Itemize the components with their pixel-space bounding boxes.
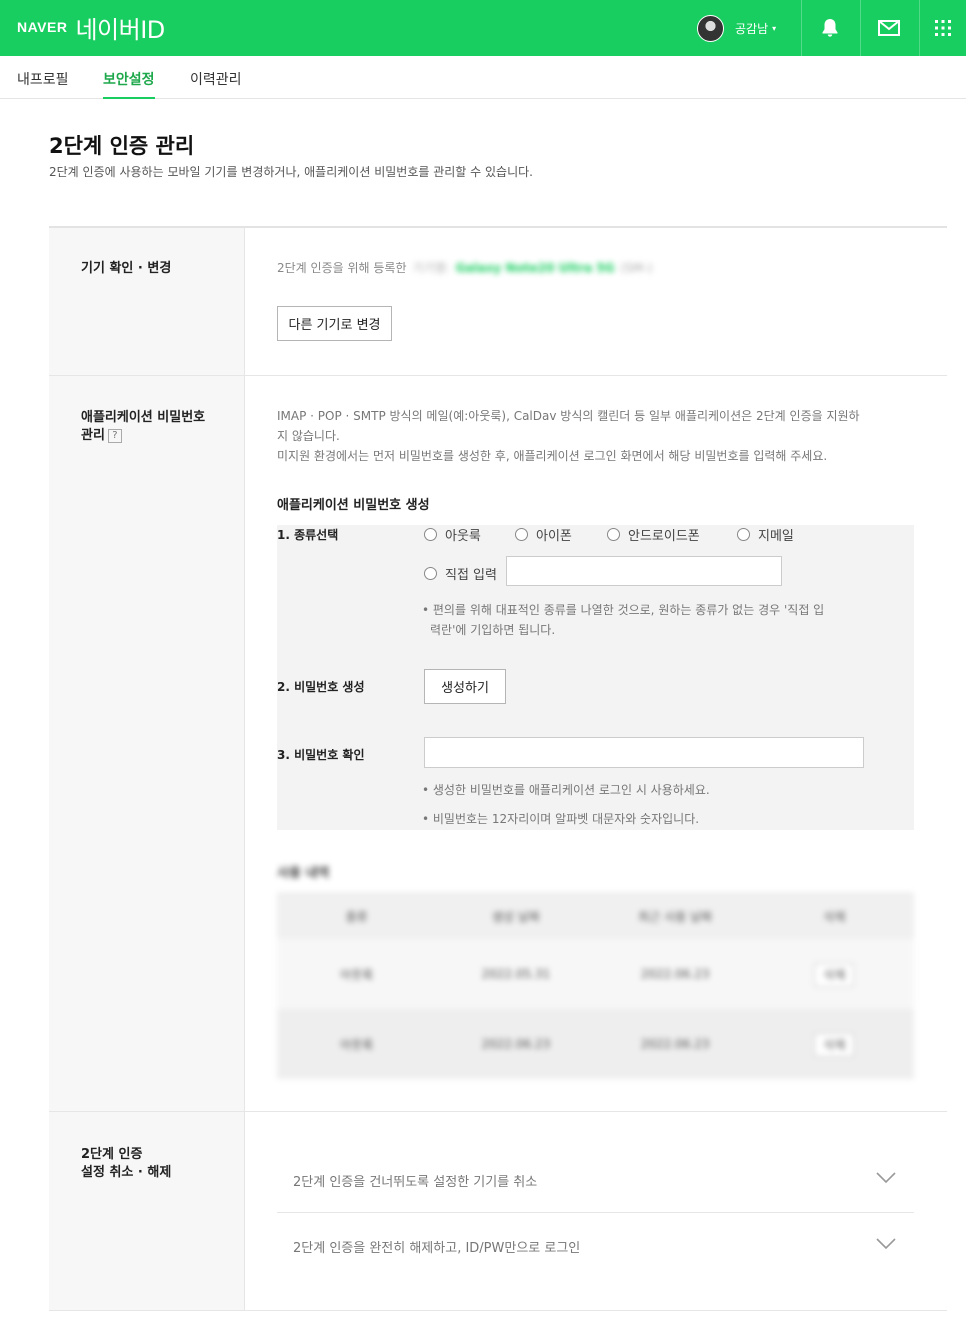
step3-label: 3. 비밀번호 확인 <box>277 748 365 762</box>
accordion-disable-2fa[interactable]: 2단계 인증을 완전히 해제하고, ID/PW만으로 로그인 <box>277 1213 914 1279</box>
user-menu[interactable]: 공감남 ▾ <box>697 13 776 43</box>
table-row: 아웃룩 2022.05.31 2022.06.23 삭제 <box>277 939 914 1009</box>
help-icon[interactable]: ? <box>107 428 122 443</box>
generate-section-title: 애플리케이션 비밀번호 생성 <box>277 498 430 513</box>
radio-custom[interactable]: 직접 입력 <box>424 564 497 583</box>
password-note-2: • 비밀번호는 12자리이며 알파벳 대문자와 숫자입니다. <box>422 812 700 826</box>
generate-form: 1. 종류선택 아웃룩 아이폰 안드로이드폰 지메일 직접 입력 • 편의를 위… <box>277 525 914 830</box>
label-line: 애플리케이션 비밀번호 <box>81 410 206 425</box>
page-description: 2단계 인증에 사용하는 모바일 기기를 변경하거나, 애플리케이션 비밀번호를… <box>49 165 533 179</box>
section-label-disable: 2단계 인증 설정 취소 · 해제 <box>81 1147 172 1180</box>
section-label-app-password: 애플리케이션 비밀번호 관리? <box>81 409 205 445</box>
change-device-button[interactable]: 다른 기기로 변경 <box>277 306 392 341</box>
radio-android[interactable]: 안드로이드폰 <box>607 525 700 544</box>
radio-outlook[interactable]: 아웃룩 <box>424 525 481 544</box>
chevron-down-icon <box>876 1169 896 1188</box>
section-label-device: 기기 확인 · 변경 <box>81 261 172 276</box>
usage-title: 사용 내역 <box>277 866 330 881</box>
chevron-down-icon: ▾ <box>772 23 777 33</box>
step2-label: 2. 비밀번호 생성 <box>277 680 365 694</box>
bell-icon[interactable] <box>801 0 859 56</box>
accordion-cancel-skip-devices[interactable]: 2단계 인증을 건너뛰도록 설정한 기기를 취소 <box>277 1147 914 1213</box>
top-header: NAVER 네이버ID 공감남 ▾ <box>0 0 966 56</box>
accordion-title: 2단계 인증을 완전히 해제하고, ID/PW만으로 로그인 <box>293 1241 581 1256</box>
generate-button[interactable]: 생성하기 <box>424 669 506 704</box>
table-header: 종류 생성 날짜 최근 사용 날짜 삭제 <box>277 893 914 939</box>
naver-id-logo[interactable]: NAVER 네이버ID <box>17 12 165 44</box>
type-note: • 편의를 위해 대표적인 종류를 나열한 것으로, 원하는 종류가 없는 경우… <box>422 603 825 637</box>
table-row: 아웃룩 2022.06.23 2022.06.23 삭제 <box>277 1009 914 1079</box>
password-confirm-field[interactable] <box>424 737 864 768</box>
chevron-down-icon <box>876 1235 896 1254</box>
custom-type-input[interactable] <box>506 556 782 586</box>
delete-button[interactable]: 삭제 <box>814 962 855 987</box>
device-name: Galaxy Note20 Ultra 5G <box>455 260 615 275</box>
page-title: 2단계 인증 관리 <box>49 134 195 158</box>
apps-grid-icon[interactable] <box>919 0 966 56</box>
mail-icon[interactable] <box>860 0 918 56</box>
tab-security-settings[interactable]: 보안설정 <box>103 69 155 99</box>
password-note-1: • 생성한 비밀번호를 애플리케이션 로그인 시 사용하세요. <box>422 783 710 797</box>
app-password-info: IMAP · POP · SMTP 방식의 메일(예:아웃룩), CalDav … <box>277 409 860 463</box>
divider <box>49 375 947 376</box>
service-name: 네이버ID <box>75 15 165 44</box>
registered-device-text: 2단계 인증을 위해 등록한 기기명: Galaxy Note20 Ultra … <box>277 260 653 276</box>
naver-brand: NAVER <box>17 19 68 35</box>
usage-table: 종류 생성 날짜 최근 사용 날짜 삭제 아웃룩 2022.05.31 2022… <box>277 893 914 1079</box>
accordion-title: 2단계 인증을 건너뛰도록 설정한 기기를 취소 <box>293 1175 538 1190</box>
tab-history[interactable]: 이력관리 <box>190 69 242 99</box>
divider <box>49 1310 947 1311</box>
registered-label: 2단계 인증을 위해 등록한 <box>277 261 407 275</box>
radio-gmail[interactable]: 지메일 <box>737 525 794 544</box>
step1-label: 1. 종류선택 <box>277 528 339 542</box>
delete-button[interactable]: 삭제 <box>814 1032 855 1057</box>
tab-bar: 내프로필 보안설정 이력관리 <box>0 56 966 99</box>
label-line: 관리 <box>81 428 105 443</box>
radio-iphone[interactable]: 아이폰 <box>515 525 572 544</box>
username: 공감남 <box>735 21 769 36</box>
avatar <box>697 14 724 42</box>
tab-my-profile[interactable]: 내프로필 <box>17 69 69 99</box>
divider <box>49 1111 947 1112</box>
